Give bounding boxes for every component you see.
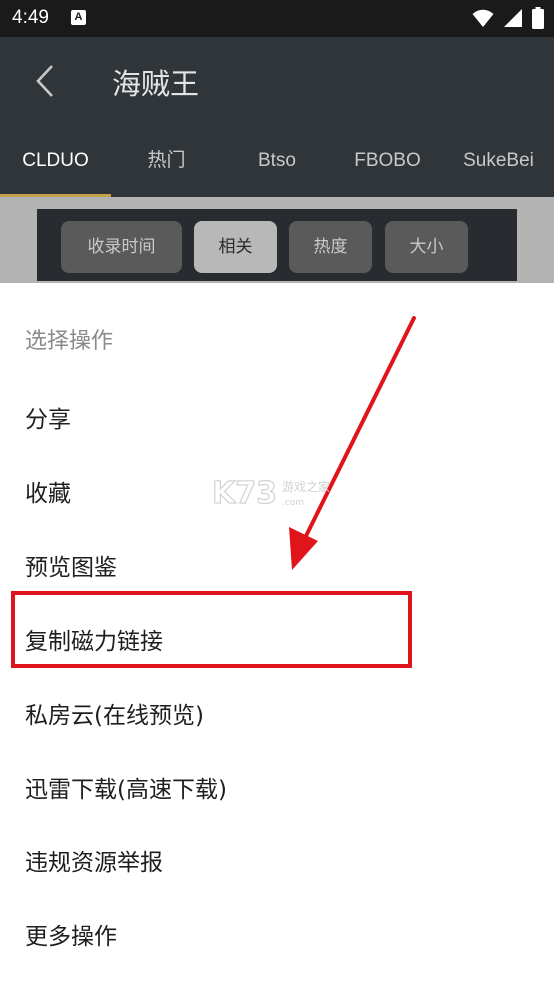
source-tabs: CLDUO 热门 Btso FBOBO SukeBei <box>0 125 554 197</box>
wifi-icon <box>472 9 494 27</box>
sort-by-size-button[interactable]: 大小 <box>385 221 468 273</box>
menu-item-share[interactable]: 分享 <box>0 381 554 454</box>
status-icons <box>468 7 544 29</box>
chevron-left-icon[interactable] <box>32 64 58 98</box>
sort-by-time-button[interactable]: 收录时间 <box>61 221 182 273</box>
dialog-title: 选择操作 <box>25 329 114 354</box>
menu-item-label: 更多操作 <box>25 924 117 950</box>
sort-bar: 收录时间 相关 热度 大小 <box>37 209 517 281</box>
tab-btso[interactable]: Btso <box>222 125 332 197</box>
menu-item-label: 收藏 <box>25 481 71 507</box>
notification-app-icon: A <box>71 10 86 25</box>
action-sheet: 选择操作 分享 收藏 预览图鉴 复制磁力链接 私房云(在线预览) 迅雷下载(高速… <box>0 283 554 984</box>
tab-clduo[interactable]: CLDUO <box>0 125 111 197</box>
status-bar: 4:49 A <box>0 0 554 37</box>
status-time: 4:49 <box>12 7 49 28</box>
menu-item-label: 私房云(在线预览) <box>25 703 204 729</box>
tab-fbobo[interactable]: FBOBO <box>332 125 443 197</box>
menu-item-label: 复制磁力链接 <box>25 629 163 655</box>
menu-item-thunder-download[interactable]: 迅雷下载(高速下载) <box>0 751 554 824</box>
sort-by-relevance-button[interactable]: 相关 <box>194 221 277 273</box>
menu-item-private-cloud[interactable]: 私房云(在线预览) <box>0 677 554 750</box>
menu-item-label: 分享 <box>25 407 71 433</box>
tab-hot[interactable]: 热门 <box>111 125 222 197</box>
menu-item-report[interactable]: 违规资源举报 <box>0 824 554 897</box>
dimmed-background: 收录时间 相关 热度 大小 <box>0 197 554 283</box>
sort-by-popularity-button[interactable]: 热度 <box>289 221 372 273</box>
menu-item-copy-magnet-link[interactable]: 复制磁力链接 <box>0 603 554 676</box>
menu-item-favorite[interactable]: 收藏 <box>0 455 554 528</box>
menu-item-label: 违规资源举报 <box>25 850 163 876</box>
menu-item-more[interactable]: 更多操作 <box>0 898 554 971</box>
menu-item-preview[interactable]: 预览图鉴 <box>0 529 554 602</box>
menu-item-label: 预览图鉴 <box>25 555 117 581</box>
tab-sukebei[interactable]: SukeBei <box>443 125 554 197</box>
menu-item-label: 迅雷下载(高速下载) <box>25 777 227 803</box>
app-toolbar: 海贼王 <box>0 37 554 125</box>
battery-icon <box>532 7 544 29</box>
signal-icon <box>503 9 522 27</box>
page-title: 海贼王 <box>112 67 200 101</box>
